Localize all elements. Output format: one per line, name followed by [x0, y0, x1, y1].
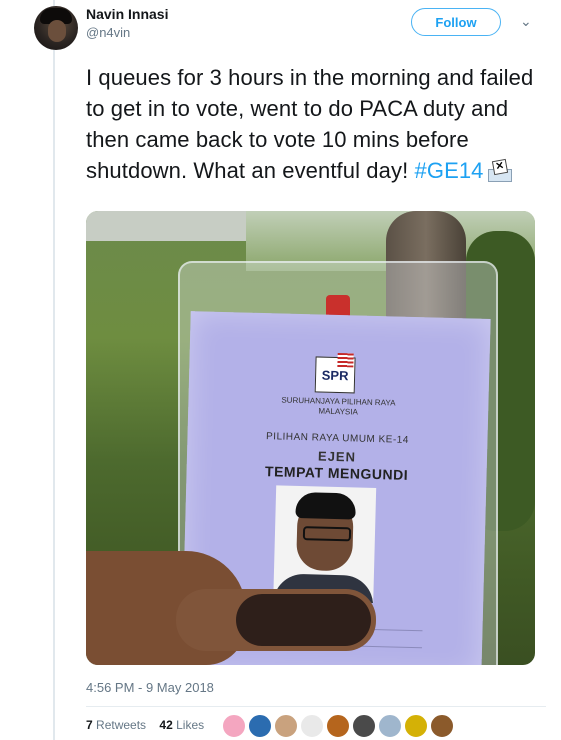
liker-avatar[interactable]: [248, 714, 272, 738]
portrait-hair: [295, 491, 357, 520]
engagement-stats: 7 Retweets 42 Likes: [86, 718, 204, 732]
likes-count[interactable]: 42: [159, 718, 172, 732]
follow-button[interactable]: Follow: [411, 8, 501, 36]
thread-line: [53, 0, 55, 740]
liker-avatar[interactable]: [404, 714, 428, 738]
retweets-count[interactable]: 7: [86, 718, 93, 732]
chevron-down-icon[interactable]: ⌄: [520, 13, 532, 30]
liker-avatar[interactable]: [300, 714, 324, 738]
liker-avatar[interactable]: [326, 714, 350, 738]
malaysia-flag-icon: [337, 352, 354, 368]
avatar[interactable]: [34, 6, 78, 50]
display-name[interactable]: Navin Innasi: [86, 6, 168, 22]
liker-avatar[interactable]: [274, 714, 298, 738]
liker-avatar[interactable]: [222, 714, 246, 738]
tweet-photo[interactable]: SPR SURUHANJAYA PILIHAN RAYA MALAYSIA PI…: [86, 211, 535, 665]
tweet-text: I queues for 3 hours in the morning and …: [86, 62, 546, 186]
ballot-box-icon: ✕: [486, 158, 512, 182]
liker-avatar[interactable]: [352, 714, 376, 738]
card-portrait: [273, 485, 377, 604]
photo-background-building: [86, 211, 246, 241]
tweet-timestamp[interactable]: 4:56 PM - 9 May 2018: [86, 680, 214, 695]
indelible-ink-mark: [236, 594, 371, 646]
likes-label[interactable]: Likes: [176, 718, 204, 732]
retweets-label[interactable]: Retweets: [96, 718, 146, 732]
card-organization: SURUHANJAYA PILIHAN RAYA MALAYSIA: [188, 393, 488, 421]
card-election: PILIHAN RAYA UMUM KE-14: [265, 431, 410, 446]
hashtag-link[interactable]: #GE14: [415, 158, 484, 183]
liker-avatars: [222, 714, 454, 738]
user-handle[interactable]: @n4vin: [86, 25, 130, 40]
portrait-glasses: [302, 526, 352, 542]
liker-avatar[interactable]: [378, 714, 402, 738]
liker-avatar[interactable]: [430, 714, 454, 738]
divider: [86, 706, 546, 707]
avatar-face: [48, 20, 66, 42]
